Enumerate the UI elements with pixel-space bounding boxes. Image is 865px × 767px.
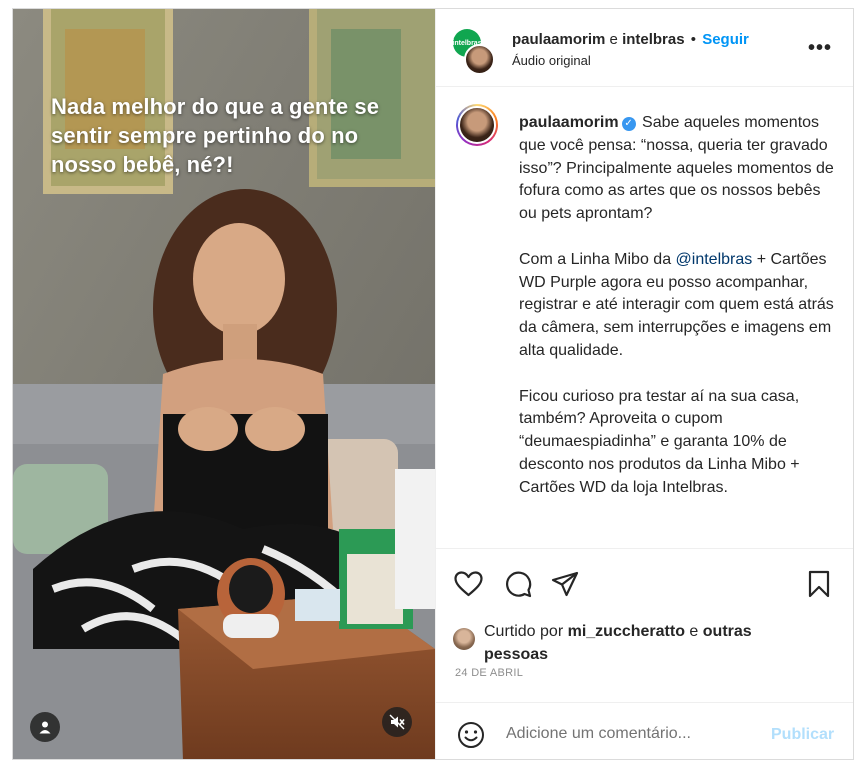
post-video[interactable]: Nada melhor do que a gente se sentir sem… [13, 9, 435, 759]
collaborator-username-link[interactable]: intelbras [622, 31, 685, 48]
heart-icon [453, 571, 483, 597]
user-icon [39, 721, 51, 734]
follow-button[interactable]: Seguir [702, 31, 749, 48]
video-overlay-text: Nada melhor do que a gente se sentir sem… [51, 94, 380, 177]
tagged-users-button[interactable] [30, 712, 60, 742]
caption-text: paulaamorim ✓ Sabe aqueles momentos que v… [519, 112, 837, 500]
collab-avatars[interactable]: intelbras [452, 29, 499, 75]
caption-scroll-area[interactable]: paulaamorim ✓ Sabe aqueles momentos que v… [436, 88, 853, 548]
liked-by-prefix: Curtido por [484, 623, 568, 640]
audio-link[interactable]: Áudio original [512, 53, 591, 68]
header-separator: • [690, 31, 697, 48]
comment-icon [506, 571, 532, 598]
smiley-icon [458, 722, 484, 748]
paulaamorim-avatar [464, 44, 495, 75]
post-header: intelbras paulaamorim e intelbras • Segu… [436, 9, 853, 87]
publish-button[interactable]: Publicar [771, 726, 834, 744]
caption-username-link[interactable]: paulaamorim [519, 114, 619, 131]
liker-avatar[interactable] [453, 628, 475, 650]
header-usernames: paulaamorim e intelbras • Seguir [512, 31, 749, 48]
caption-author-avatar[interactable] [456, 104, 498, 146]
post-actions: Curtido por mi_zuccheratto e outras pess… [436, 548, 853, 683]
bookmark-icon [808, 570, 830, 598]
verified-badge-icon: ✓ [621, 117, 636, 131]
liker-username-link[interactable]: mi_zuccheratto [568, 623, 685, 640]
post-card: Nada melhor do que a gente se sentir sem… [12, 8, 854, 760]
paper-plane-icon [551, 571, 579, 597]
share-button[interactable] [549, 568, 581, 600]
add-comment-section: Publicar [436, 702, 853, 759]
comment-button[interactable] [502, 568, 534, 600]
header-connector: e [609, 31, 618, 48]
emoji-button[interactable] [455, 719, 487, 751]
post-date[interactable]: 24 DE ABRIL [455, 667, 523, 679]
liked-by-text[interactable]: Curtido por mi_zuccheratto e outras pess… [484, 620, 804, 666]
comment-input[interactable] [506, 719, 756, 749]
intelbras-mention-link[interactable]: @intelbras [676, 251, 753, 268]
caption-paragraph-3: Ficou curioso pra testar aí na sua casa,… [519, 387, 800, 496]
speaker-muted-icon [389, 714, 405, 730]
post-details-panel: intelbras paulaamorim e intelbras • Segu… [435, 9, 853, 759]
caption-paragraph-2-before: Com a Linha Mibo da [519, 250, 676, 268]
like-button[interactable] [452, 568, 484, 600]
save-button[interactable] [803, 568, 835, 600]
author-username-link[interactable]: paulaamorim [512, 31, 605, 48]
liked-by-connector: e [684, 623, 703, 640]
more-options-button[interactable]: ••• [808, 38, 832, 58]
mute-toggle-button[interactable] [382, 707, 412, 737]
